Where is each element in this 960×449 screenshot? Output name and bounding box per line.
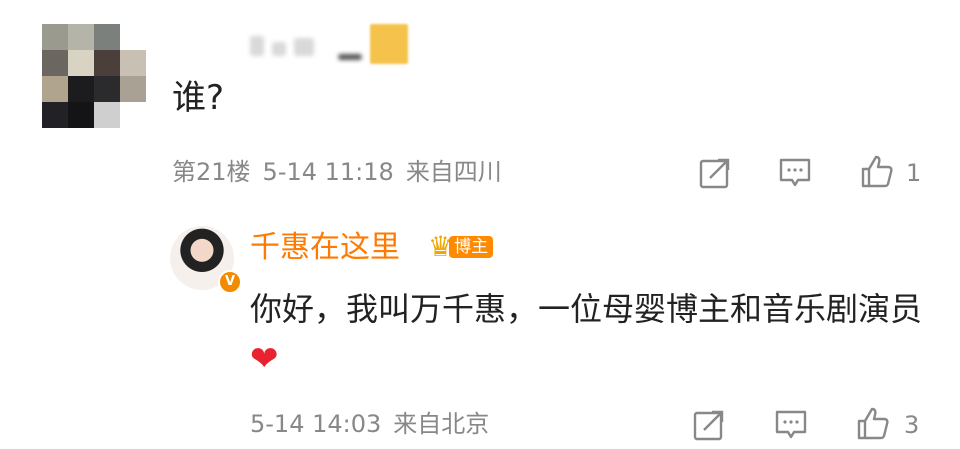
comment-icon[interactable]: [778, 156, 812, 190]
comment-icon[interactable]: [774, 408, 808, 442]
like-count: 3: [904, 411, 920, 439]
reply-meta: 5-14 14:03 来自北京: [250, 410, 501, 438]
thumbs-up-icon[interactable]: [856, 406, 890, 440]
blogger-badge-label: 博主: [449, 236, 494, 258]
blogger-badge: ♛ 博主: [428, 230, 494, 264]
reply-time: 5-14 14:03: [250, 410, 382, 438]
thumbs-up-icon[interactable]: [860, 154, 894, 188]
like-count: 1: [906, 159, 922, 187]
comment-meta: 第21楼 5-14 11:18 来自四川: [172, 158, 514, 186]
share-icon[interactable]: [698, 156, 732, 190]
comment-time: 5-14 11:18: [262, 158, 394, 186]
verified-icon: V: [218, 270, 242, 294]
heart-icon: ❤: [250, 339, 279, 379]
reply-username[interactable]: 千惠在这里: [250, 230, 400, 266]
pixelated-avatar[interactable]: [42, 24, 146, 128]
reply-location: 来自北京: [393, 410, 490, 438]
blurred-username[interactable]: [250, 18, 415, 64]
reply-text-body: 你好，我叫万千惠，一位母婴博主和音乐剧演员: [250, 290, 923, 328]
reply-text: 你好，我叫万千惠，一位母婴博主和音乐剧演员 ❤: [250, 284, 930, 384]
floor-number: 第21楼: [172, 158, 251, 186]
comment-text: 谁?: [172, 78, 225, 118]
share-icon[interactable]: [692, 408, 726, 442]
comment-location: 来自四川: [405, 158, 502, 186]
